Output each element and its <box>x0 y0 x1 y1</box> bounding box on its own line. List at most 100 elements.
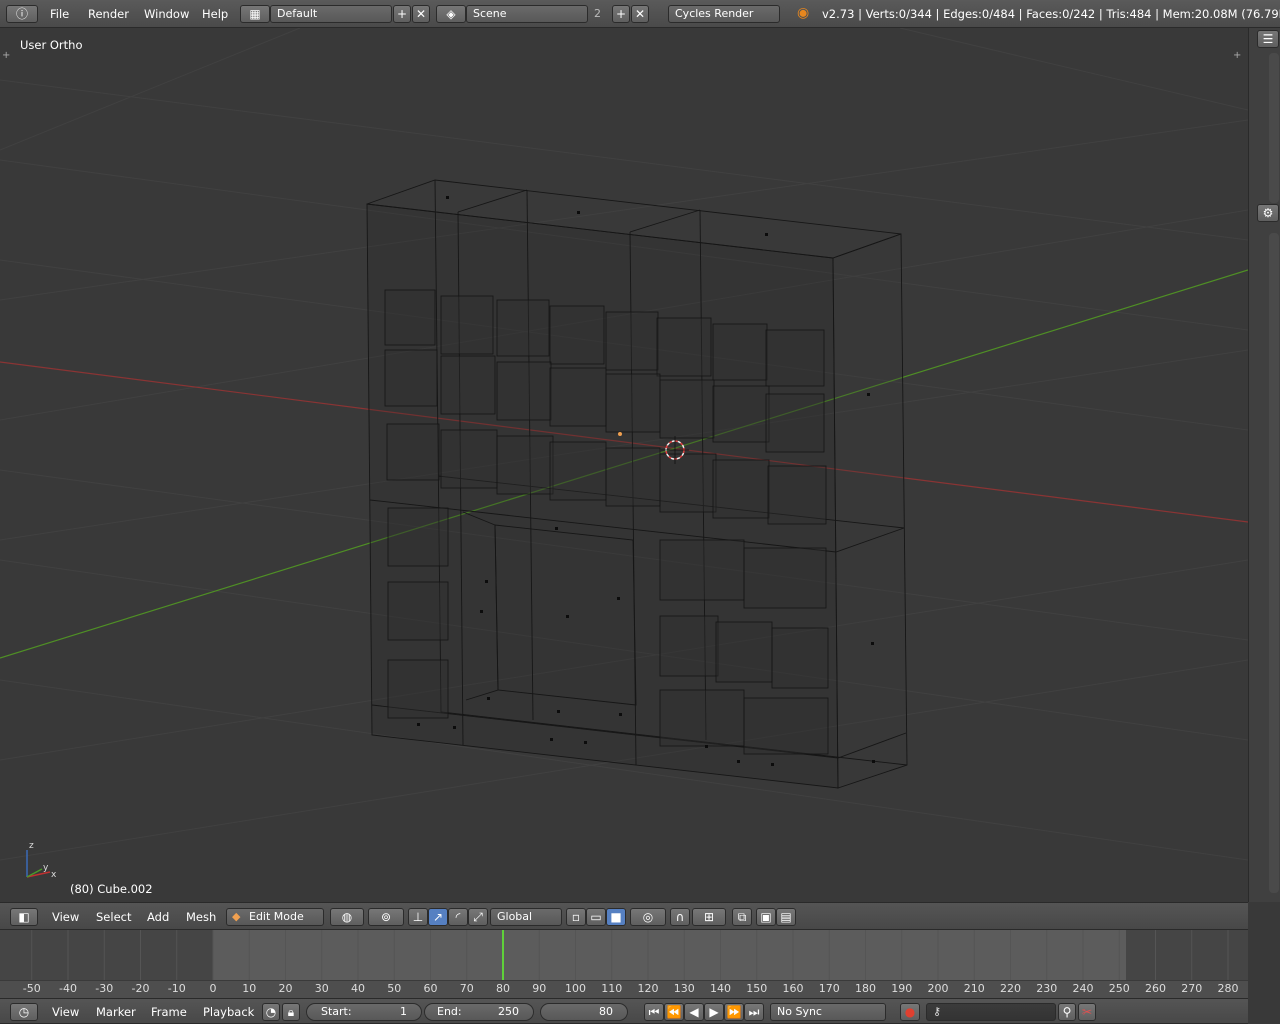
start-frame-field[interactable]: Start: 1 <box>306 1003 422 1021</box>
menu-mesh[interactable]: Mesh <box>186 910 216 924</box>
side-editor-strip: ☰ ⚙ <box>1248 28 1280 902</box>
key-insert-icon: ⚲ <box>1062 1005 1072 1019</box>
proportional-edit-dropdown[interactable]: ◎ <box>630 908 666 926</box>
current-frame-line[interactable] <box>502 930 504 980</box>
arrow-icon: ↗ <box>432 910 444 924</box>
pivot-point-dropdown[interactable]: ⊚ <box>368 908 404 926</box>
snap-element-dropdown[interactable]: ⊞ <box>692 908 726 926</box>
timeline-menu-frame[interactable]: Frame <box>151 1005 187 1019</box>
clock-small-icon: ◔ <box>265 1005 277 1019</box>
layers-button[interactable]: ⧉ <box>732 908 752 926</box>
render-opengl-button[interactable]: ▣ <box>756 908 776 926</box>
add-scene-button[interactable]: + <box>612 5 630 23</box>
jump-end-button[interactable]: ⏭ <box>744 1003 764 1021</box>
ruler-tick-label: 20 <box>278 982 293 995</box>
jump-start-button[interactable]: ⏮ <box>644 1003 664 1021</box>
timeline-menu-playback[interactable]: Playback <box>203 1005 254 1019</box>
edge-select-icon: ▭ <box>590 910 602 924</box>
keying-set-field[interactable]: ⚷ <box>926 1003 1056 1021</box>
editor-type-info-button[interactable]: ⓘ <box>6 5 38 23</box>
manipulator-toggle[interactable]: ⊥ <box>408 908 428 926</box>
menu-file[interactable]: File <box>50 7 69 21</box>
editor-type-timeline-button[interactable]: ◷ <box>10 1003 38 1021</box>
timeline-menu-view[interactable]: View <box>52 1005 79 1019</box>
add-screen-button[interactable]: + <box>393 5 411 23</box>
snap-toggle[interactable]: ∩ <box>670 908 690 926</box>
play-button[interactable]: ▶ <box>704 1003 724 1021</box>
menu-help[interactable]: Help <box>202 7 228 21</box>
timeline-menu-marker[interactable]: Marker <box>96 1005 136 1019</box>
editor-type-3dview-button[interactable]: ◧ <box>10 908 38 926</box>
timeline-area[interactable] <box>0 930 1248 980</box>
rotate-manipulator-button[interactable]: ◜ <box>448 908 468 926</box>
render-animation-button[interactable]: ▤ <box>776 908 796 926</box>
close-icon: ✕ <box>634 7 646 21</box>
ruler-tick-label: 0 <box>209 982 217 995</box>
delete-screen-button[interactable]: ✕ <box>412 5 430 23</box>
ruler-tick-label: 140 <box>710 982 731 995</box>
viewport-shading-dropdown[interactable]: ◍ <box>330 908 364 926</box>
ruler-tick-label: 230 <box>1036 982 1058 995</box>
menu-select[interactable]: Select <box>96 910 131 924</box>
editor-type-button-bottom[interactable]: ⚙ <box>1257 204 1279 222</box>
auto-keying-button[interactable]: ● <box>900 1003 920 1021</box>
key-icon: ⚷ <box>933 1005 942 1018</box>
ruler-tick-label: 90 <box>532 982 547 995</box>
ruler-tick-label: 40 <box>351 982 365 995</box>
insert-keyframe-button[interactable]: ⚲ <box>1058 1003 1076 1021</box>
transform-orientation-dropdown[interactable]: Global <box>490 908 562 926</box>
record-icon: ● <box>904 1005 916 1019</box>
end-frame-field[interactable]: End: 250 <box>424 1003 534 1021</box>
ruler-tick-label: 210 <box>963 982 985 995</box>
screen-layout-browse-button[interactable]: ▦ <box>240 5 270 23</box>
delete-scene-button[interactable]: ✕ <box>631 5 649 23</box>
menu-render[interactable]: Render <box>88 7 129 21</box>
film-icon: ▤ <box>780 910 792 924</box>
ruler-tick-label: 190 <box>891 982 913 995</box>
ruler-tick-label: 50 <box>387 982 402 995</box>
ruler-tick-label: 100 <box>565 982 586 995</box>
scrollbar-top[interactable] <box>1269 53 1279 203</box>
translate-manipulator-button[interactable]: ↗ <box>428 908 448 926</box>
screen-layout-field[interactable]: Default <box>270 5 392 23</box>
lock-icon: 🔒︎ <box>287 1005 295 1019</box>
interaction-mode-dropdown[interactable]: Edit Mode <box>226 908 324 926</box>
next-keyframe-button[interactable]: ⏩ <box>724 1003 744 1021</box>
scene-name-field[interactable]: Scene <box>466 5 588 23</box>
axis-z-label: z <box>29 841 34 851</box>
ruler-tick-label: 280 <box>1217 982 1239 995</box>
frame-ruler[interactable]: -50 -40 -30 -20 -10 0 10 20 30 40 50 60 70 80 90 100 110… <box>0 980 1248 998</box>
delete-keyframe-button[interactable]: ✂ <box>1078 1003 1096 1021</box>
play-reverse-icon: ◀ <box>689 1005 699 1019</box>
lock-range-toggle[interactable]: 🔒︎ <box>282 1003 300 1021</box>
info-icon: ⓘ <box>15 7 28 21</box>
face-select-button[interactable]: ■ <box>606 908 626 926</box>
shading-sphere-icon: ◍ <box>341 910 353 924</box>
menu-add[interactable]: Add <box>147 910 169 924</box>
play-reverse-button[interactable]: ◀ <box>684 1003 704 1021</box>
vertex-select-button[interactable]: ▫ <box>566 908 586 926</box>
scale-manipulator-button[interactable]: ⤢ <box>468 908 488 926</box>
object-origin <box>618 432 622 436</box>
preview-range-toggle[interactable]: ◔ <box>262 1003 280 1021</box>
face-select-icon: ■ <box>610 910 622 924</box>
menu-window[interactable]: Window <box>144 7 189 21</box>
ruler-tick-label: 260 <box>1145 982 1166 995</box>
scene-statistics: v2.73 | Verts:0/344 | Edges:0/484 | Face… <box>822 7 1280 21</box>
menu-view[interactable]: View <box>52 910 79 924</box>
scene-browse-button[interactable]: ◈ <box>436 5 466 23</box>
ruler-tick-label: -30 <box>95 982 114 995</box>
editor-type-button-top[interactable]: ☰ <box>1257 30 1279 48</box>
sync-mode-dropdown[interactable]: No Sync <box>770 1003 886 1021</box>
prev-keyframe-button[interactable]: ⏪ <box>664 1003 684 1021</box>
3d-viewport[interactable]: z y x User Ortho (80) Cube.002 + + <box>0 28 1248 902</box>
magnet-icon: ∩ <box>675 910 685 924</box>
current-frame-field[interactable]: 80 <box>540 1003 628 1021</box>
edge-select-button[interactable]: ▭ <box>586 908 606 926</box>
toolshelf-expand-icon[interactable]: + <box>2 50 10 61</box>
scene-users-count: 2 <box>594 7 601 20</box>
ruler-tick-label: 170 <box>818 982 840 995</box>
properties-expand-icon[interactable]: + <box>1233 50 1241 61</box>
scrollbar-bottom[interactable] <box>1269 233 1279 893</box>
render-engine-dropdown[interactable]: Cycles Render <box>668 5 780 23</box>
